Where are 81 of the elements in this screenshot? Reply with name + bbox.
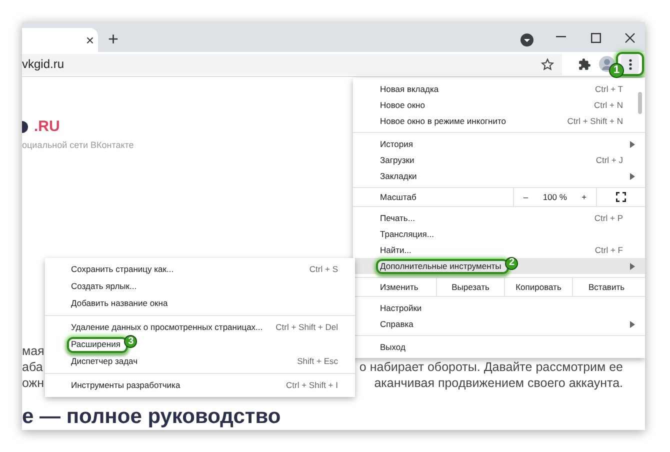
shortcut-text: Ctrl + S bbox=[309, 263, 338, 276]
menu-icon bbox=[628, 58, 632, 70]
menu-item-label: Диспетчер задач bbox=[71, 356, 138, 366]
menu-item-label: Новое окно bbox=[380, 100, 425, 110]
menu-item-label: Загрузки bbox=[380, 154, 414, 165]
url-text: vkgid.ru bbox=[22, 56, 64, 73]
menu-item[interactable]: Печать... Ctrl + P bbox=[353, 210, 645, 226]
menu-button[interactable] bbox=[621, 54, 639, 74]
menu-item[interactable]: Расширения 3 bbox=[45, 336, 355, 353]
menu-item[interactable]: Добавить название окна bbox=[45, 295, 355, 312]
menu-item-label: Расширения bbox=[71, 339, 120, 350]
menu-item-label: Дополнительные инструменты bbox=[380, 260, 502, 271]
zoom-level-text: 100 % bbox=[542, 190, 567, 204]
logo-text: .RU bbox=[34, 116, 60, 137]
menu-item[interactable]: Создать ярлык... bbox=[45, 278, 355, 295]
menu-item[interactable]: Новое окно Ctrl + N bbox=[353, 97, 645, 113]
menu-item-label: Новое окно в режиме инкогнито bbox=[380, 116, 506, 126]
shortcut-text: Ctrl + Shift + Del bbox=[276, 321, 338, 334]
paragraph-text: аба bbox=[22, 359, 43, 376]
menu-item[interactable]: История bbox=[353, 136, 645, 152]
menu-item-label: Добавить название окна bbox=[71, 298, 168, 308]
menu-item[interactable]: Инструменты разработчика Ctrl + Shift + I bbox=[45, 377, 355, 394]
paragraph-text: о набирает обороты. Давайте рассмотрим ее bbox=[359, 359, 623, 376]
shortcut-text: Ctrl + J bbox=[596, 154, 623, 166]
article-heading: е — полное руководство bbox=[22, 406, 282, 426]
menu-item-label: Найти... bbox=[380, 244, 412, 255]
menu-item[interactable]: Трансляция... bbox=[353, 226, 645, 242]
close-icon[interactable] bbox=[625, 33, 635, 43]
menu-item-label: Удаление данных о просмотренных страницах... bbox=[71, 322, 263, 332]
menu-item[interactable]: Новое окно в режиме инкогнито Ctrl + Shift + N bbox=[353, 113, 645, 129]
maximize-icon[interactable] bbox=[591, 33, 601, 43]
address-bar[interactable]: vkgid.ru bbox=[22, 54, 562, 74]
menu-item-label: Выход bbox=[380, 342, 406, 352]
menu-item-label: Изменить bbox=[379, 280, 420, 294]
menu-item-label: Справка bbox=[380, 318, 414, 329]
menu-item[interactable]: Новая вкладка Ctrl + T bbox=[353, 81, 645, 97]
dropdown-icon[interactable] bbox=[520, 33, 534, 47]
menu-item-label: Новая вкладка bbox=[380, 84, 439, 94]
menu-item[interactable]: Найти... Ctrl + F bbox=[353, 242, 645, 258]
paragraph-text: мая bbox=[22, 343, 44, 360]
logo-mark-icon bbox=[22, 121, 28, 133]
zoom-in-button[interactable]: + bbox=[578, 190, 591, 204]
menu-item[interactable]: Загрузки Ctrl + J bbox=[353, 152, 645, 168]
new-tab-button[interactable]: + bbox=[108, 30, 119, 48]
browser-tab[interactable]: × bbox=[22, 28, 98, 52]
menu-item-label: Создать ярлык... bbox=[71, 281, 137, 292]
shortcut-text: Ctrl + Shift + N bbox=[567, 114, 623, 128]
shortcut-text: Ctrl + Shift + I bbox=[286, 379, 338, 392]
shortcut-text: Ctrl + N bbox=[594, 98, 623, 112]
menu-item-label: Настройки bbox=[380, 302, 422, 313]
callout-badge: 3 bbox=[124, 335, 138, 348]
shortcut-text: Shift + Esc bbox=[297, 355, 338, 368]
menu-item[interactable]: Сохранить страницу как... Ctrl + S bbox=[45, 261, 355, 278]
edit-button[interactable]: Копировать bbox=[504, 278, 572, 296]
puzzle-icon[interactable] bbox=[578, 58, 591, 70]
shortcut-text: Ctrl + P bbox=[594, 212, 623, 224]
menu-item-label: Трансляция... bbox=[380, 228, 434, 239]
menu-item-label: Сохранить страницу как... bbox=[71, 264, 174, 274]
paragraph-text: аканчивая продвижением своего аккаунта. bbox=[374, 375, 623, 392]
menu-item-label: Печать... bbox=[380, 212, 415, 223]
close-tab-button[interactable]: × bbox=[86, 33, 94, 47]
menu-item-label: Масштаб bbox=[379, 190, 418, 204]
star-icon[interactable] bbox=[541, 58, 554, 70]
menu-item-label: Инструменты разработчика bbox=[71, 380, 180, 390]
scrollbar[interactable] bbox=[638, 92, 642, 114]
paragraph-text: ожн bbox=[22, 375, 44, 392]
menu-item[interactable]: Диспетчер задач Shift + Esc bbox=[45, 353, 355, 370]
menu-item-label: История bbox=[380, 138, 413, 149]
shortcut-text: Ctrl + T bbox=[595, 82, 623, 96]
minimize-icon[interactable] bbox=[556, 36, 566, 38]
callout-badge: 1 bbox=[609, 63, 624, 78]
edit-button[interactable]: Вставить bbox=[572, 278, 640, 296]
menu-item[interactable]: Закладки bbox=[353, 168, 645, 184]
tagline-text: оциальной сети ВКонтакте bbox=[22, 139, 134, 152]
fullscreen-icon[interactable] bbox=[616, 192, 626, 202]
shortcut-text: Ctrl + F bbox=[594, 244, 623, 256]
zoom-out-button[interactable]: – bbox=[519, 190, 532, 204]
edit-button[interactable]: Вырезать bbox=[436, 278, 504, 296]
menu-item[interactable]: Удаление данных о просмотренных страницах... Ctrl + Shift + Del bbox=[45, 319, 355, 336]
menu-item[interactable]: Дополнительные инструменты 2 bbox=[353, 258, 645, 274]
menu-item-label: Закладки bbox=[380, 170, 417, 181]
